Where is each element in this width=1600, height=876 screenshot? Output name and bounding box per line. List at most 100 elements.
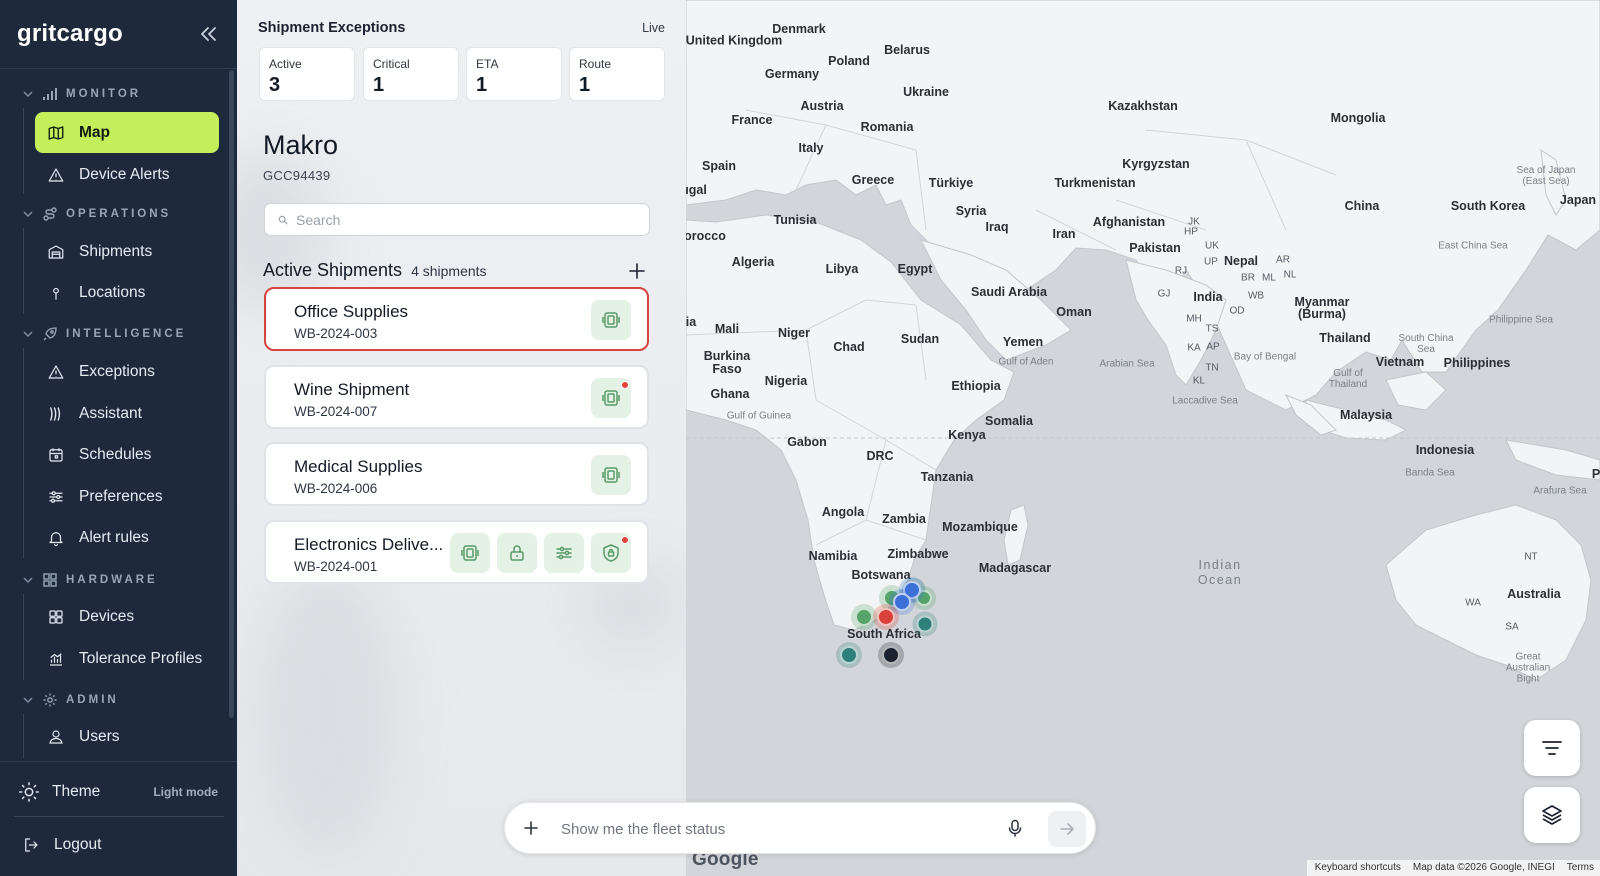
map-label: ML: [1262, 272, 1276, 284]
map-label: UK: [1205, 240, 1219, 252]
device-button[interactable]: [591, 378, 631, 418]
shipment-name: Medical Supplies: [294, 457, 423, 476]
map-label: Gulf of Aden: [998, 356, 1054, 368]
attach-button[interactable]: [521, 818, 541, 838]
section-intelligence[interactable]: INTELLIGENCE: [22, 324, 186, 344]
sidebar-item-devices[interactable]: Devices: [35, 596, 219, 637]
section-monitor-label: MONITOR: [66, 88, 142, 100]
sidebar-item-label: Tolerance Profiles: [79, 649, 203, 667]
map-label: Angola: [821, 505, 865, 519]
collapse-sidebar-icon[interactable]: [196, 22, 220, 46]
sidebar-item-label: Device Alerts: [79, 165, 170, 183]
logout-label: Logout: [54, 836, 102, 853]
map-label: Libya: [825, 262, 859, 276]
chat-input[interactable]: [561, 817, 981, 841]
device-button[interactable]: [450, 533, 490, 573]
keyboard-shortcuts-link[interactable]: Keyboard shortcuts: [1315, 862, 1401, 876]
map-label: Austria: [800, 99, 844, 113]
sidebar-item-map[interactable]: Map: [35, 112, 219, 153]
shield-button[interactable]: [591, 533, 631, 573]
sidebar-item-schedules[interactable]: Schedules: [35, 434, 219, 475]
sidebar-item-label: Schedules: [79, 445, 152, 463]
filter-icon: [1542, 741, 1562, 755]
map-label: Germany: [764, 67, 820, 81]
sidebar-item-assistant[interactable]: Assistant: [35, 393, 219, 434]
device-button[interactable]: [591, 300, 631, 340]
section-operations[interactable]: OPERATIONS: [22, 204, 171, 224]
grid-icon: [49, 609, 63, 624]
map-label: Namibia: [808, 549, 858, 563]
sliders-icon: [49, 490, 63, 503]
map-label: KL: [1192, 375, 1206, 387]
map-label: Romania: [860, 120, 914, 134]
sliders-button[interactable]: [544, 533, 584, 573]
section-monitor[interactable]: MONITOR: [22, 84, 141, 104]
map-label: Denmark: [772, 22, 826, 36]
map-label: GJ: [1157, 288, 1171, 300]
stat-active[interactable]: Active 3: [259, 47, 355, 101]
shipment-card-electronics[interactable]: Electronics Delive... WB-2024-001: [264, 520, 649, 584]
theme-toggle[interactable]: Theme Light mode: [18, 778, 218, 806]
shipment-card-wine-shipment[interactable]: Wine Shipment WB-2024-007: [264, 365, 649, 429]
sidebar-item-preferences[interactable]: Preferences: [35, 476, 219, 517]
stat-route[interactable]: Route 1: [569, 47, 665, 101]
microphone-icon[interactable]: [1005, 818, 1025, 838]
map-label: Laccadive Sea: [1172, 395, 1238, 407]
send-button[interactable]: [1048, 811, 1086, 847]
lock-button[interactable]: [497, 533, 537, 573]
map-label: Kyrgyzstan: [1122, 157, 1190, 171]
section-admin[interactable]: ADMIN: [22, 690, 119, 710]
map-icon: [48, 125, 64, 140]
map-label: Greece: [851, 173, 895, 187]
map-layers-button[interactable]: [1524, 787, 1580, 843]
sidebar-item-users[interactable]: Users: [35, 716, 219, 757]
sidebar-item-shipments[interactable]: Shipments: [35, 231, 219, 272]
shipment-marker[interactable]: [873, 604, 899, 630]
map-label: Egypt: [897, 262, 933, 276]
map-label: NT: [1524, 551, 1538, 563]
sidebar-scrollbar[interactable]: [229, 70, 234, 718]
bell-icon: [49, 531, 63, 546]
section-admin-label: ADMIN: [66, 694, 119, 706]
arrow-right-icon: [1060, 823, 1074, 835]
map-label: Gabon: [787, 435, 827, 449]
grid-icon: [43, 573, 57, 587]
map-label: Philippines: [1443, 356, 1511, 370]
chevron-down-icon: [23, 577, 33, 584]
sidebar-item-locations[interactable]: Locations: [35, 272, 219, 313]
map-label: Bay of Bengal: [1233, 351, 1297, 363]
lock-icon: [510, 545, 524, 561]
sidebar-item-tolerance-profiles[interactable]: Tolerance Profiles: [35, 638, 219, 679]
sidebar-item-alert-rules[interactable]: Alert rules: [35, 517, 219, 558]
add-shipment-button[interactable]: [627, 261, 647, 281]
map-label: Malaysia: [1339, 408, 1393, 422]
search-input[interactable]: [296, 211, 636, 228]
sidebar-item-device-alerts[interactable]: Device Alerts: [35, 154, 219, 195]
section-intelligence-label: INTELLIGENCE: [66, 328, 187, 340]
map-label: Syria: [955, 204, 987, 218]
shipment-marker[interactable]: [851, 604, 877, 630]
shipment-card-medical-supplies[interactable]: Medical Supplies WB-2024-006: [264, 442, 649, 506]
sidebar-item-exceptions[interactable]: Exceptions: [35, 351, 219, 392]
shipment-marker[interactable]: [912, 611, 938, 637]
map-label: Kazakhstan: [1108, 99, 1178, 113]
logout-button[interactable]: Logout: [22, 831, 101, 859]
shipment-card-office-supplies[interactable]: Office Supplies WB-2024-003: [264, 287, 649, 351]
theme-label: Theme: [52, 783, 101, 800]
alert-dot: [621, 381, 629, 389]
terms-link[interactable]: Terms: [1567, 862, 1594, 876]
search-box[interactable]: [264, 203, 650, 236]
stat-critical[interactable]: Critical 1: [363, 47, 459, 101]
map-filter-button[interactable]: [1524, 720, 1580, 776]
section-hardware[interactable]: HARDWARE: [22, 570, 158, 590]
map-label: AR: [1276, 254, 1290, 266]
map-label: P: [1591, 467, 1600, 481]
map-label: Italy: [798, 141, 824, 155]
stat-eta[interactable]: ETA 1: [466, 47, 562, 101]
live-indicator: Live: [642, 21, 665, 35]
warning-icon: [48, 167, 64, 182]
map-view[interactable]: United Kingdom Denmark Belarus Poland Ge…: [686, 0, 1600, 876]
device-button[interactable]: [591, 455, 631, 495]
shipment-marker[interactable]: [836, 642, 862, 668]
shipment-marker[interactable]: [878, 642, 904, 668]
